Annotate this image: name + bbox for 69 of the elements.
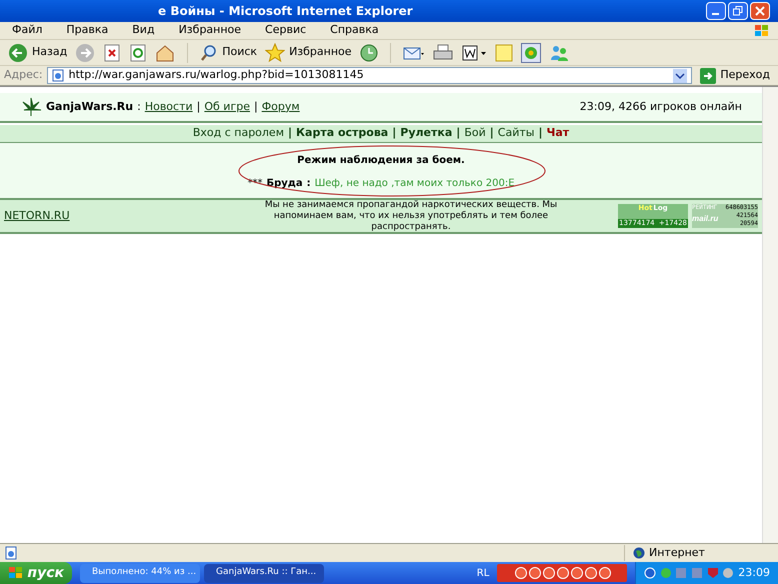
site-name: GanjaWars.Ru	[46, 98, 134, 115]
menu-item[interactable]: Вид	[128, 22, 159, 39]
dropdown-icon[interactable]	[673, 68, 688, 82]
menu-item[interactable]: Файл	[8, 22, 46, 39]
restore-button[interactable]	[728, 2, 748, 20]
favorites-button[interactable]: Избранное	[265, 42, 352, 62]
header-link[interactable]: Об игре	[204, 98, 250, 116]
menu-item[interactable]: Сервис	[261, 22, 310, 39]
windows-logo-icon	[754, 24, 770, 38]
search-icon	[200, 44, 218, 62]
nav-link[interactable]: Сайты	[498, 125, 534, 142]
search-button[interactable]: Поиск	[200, 44, 258, 62]
printer-icon	[432, 44, 453, 62]
page-icon	[52, 69, 65, 82]
windows-logo-icon	[8, 566, 24, 580]
history-icon	[360, 44, 378, 62]
nav-link[interactable]: Бой	[464, 125, 486, 142]
separator-text: |	[538, 125, 542, 142]
footer-link[interactable]: NETORN.RU	[4, 208, 204, 224]
page-icon	[4, 546, 18, 560]
online-count: 23:09, 4266 игроков онлайн	[580, 98, 742, 115]
menu-item[interactable]: Правка	[62, 22, 112, 39]
address-label: Адрес:	[4, 67, 43, 84]
globe-icon	[633, 547, 645, 559]
separator-text: |	[490, 125, 494, 142]
people-icon	[548, 44, 569, 62]
player-name: Бруда	[266, 177, 303, 191]
separator-text: |	[392, 125, 396, 142]
separator-text: |	[288, 125, 292, 142]
taskbar-button[interactable]: GanjaWars.Ru :: Ган...	[204, 564, 324, 582]
separator-text: |	[196, 98, 200, 115]
counter-text: mail.ru	[692, 213, 720, 225]
leaf-icon	[20, 97, 42, 117]
clock: 23:09	[738, 564, 770, 581]
stop-icon	[103, 44, 122, 62]
address-field[interactable]: http://war.ganjawars.ru/warlog.php?bid=1013081145	[46, 67, 692, 84]
disclaimer: Мы не занимаемся пропагандой наркотических веществ. Мы напоминаем вам, что их нельзя употреблять и тем более распространять.	[264, 200, 558, 232]
menu-item[interactable]: Избранное	[174, 22, 246, 39]
scrollbar[interactable]	[762, 87, 778, 543]
header-link[interactable]: Форум	[262, 98, 300, 116]
close-button[interactable]	[750, 2, 770, 20]
nav-link[interactable]: Карта острова	[296, 125, 388, 142]
zone-text: Интернет	[649, 544, 705, 561]
start-button[interactable]: пуск	[0, 562, 72, 584]
flower-icon	[520, 42, 541, 62]
close-icon	[755, 6, 765, 16]
language-indicator: RL	[476, 566, 490, 580]
separator-text: :	[306, 177, 311, 191]
chat-message: Шеф, не надо ,там моих только 200:Е	[314, 177, 515, 191]
back-button[interactable]: Назад	[8, 42, 68, 62]
minimize-button[interactable]	[706, 2, 726, 20]
menu-item[interactable]: Справка	[326, 22, 383, 39]
nav-link[interactable]: Вход с паролем	[192, 125, 284, 142]
url-text: http://war.ganjawars.ru/warlog.php?bid=1013081145	[68, 67, 364, 84]
note-icon	[494, 44, 513, 62]
home-icon	[155, 44, 176, 62]
window-title: е Войны - Microsoft Internet Explorer	[158, 3, 413, 20]
go-button[interactable]: Переход	[696, 67, 774, 84]
header-link[interactable]: Новости	[144, 98, 193, 116]
separator-text: :	[137, 98, 141, 115]
star-icon	[265, 42, 286, 62]
heading: Режим наблюдения за боем.	[297, 154, 465, 168]
separator-text: |	[254, 98, 258, 115]
word-icon	[460, 44, 487, 62]
nav-link[interactable]: Рулетка	[400, 125, 452, 142]
restore-icon	[733, 6, 743, 16]
taskbar-button[interactable]: Выполнено: 44% из ...	[80, 564, 200, 582]
separator-text: |	[456, 125, 460, 142]
nav-link[interactable]: Чат	[546, 125, 570, 142]
